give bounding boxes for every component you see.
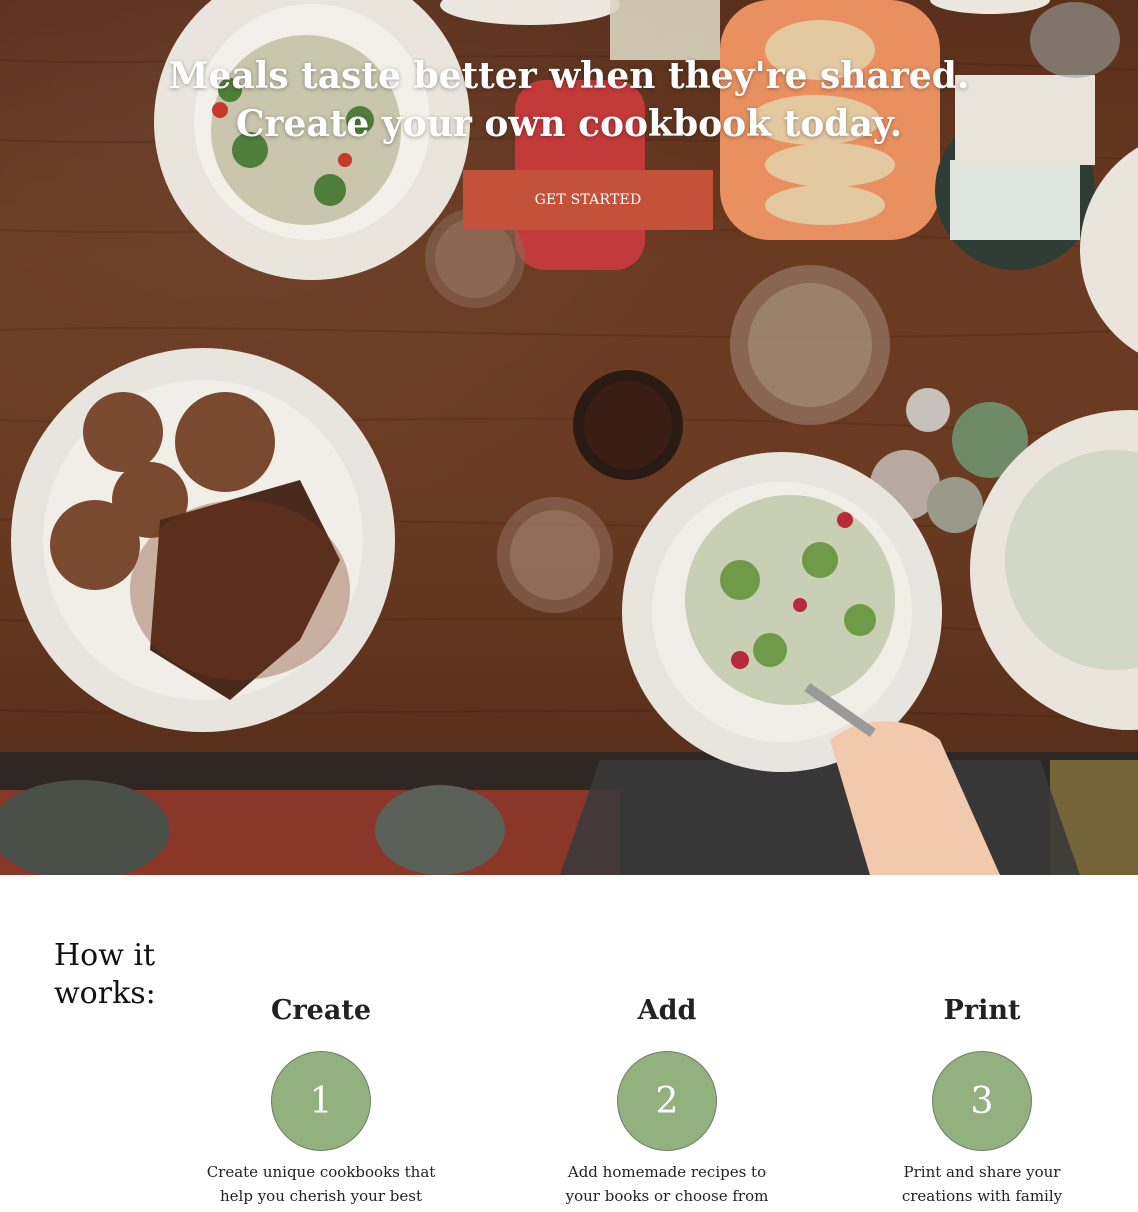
hero-content: Meals taste better when they're shared. … — [0, 0, 1138, 875]
how-it-works-heading: How it works: — [54, 938, 156, 1011]
step-number-circle: 1 — [271, 1051, 371, 1151]
step-title: Add — [637, 995, 697, 1026]
step-print: Print 3 Print and share your creations w… — [862, 991, 1102, 1212]
step-description: Add homemade recipes to your books or ch… — [565, 1163, 769, 1212]
how-it-works-section: How it works: Create 1 Create unique coo… — [0, 875, 1138, 1212]
step-title: Print — [943, 995, 1021, 1026]
step-number-circle: 2 — [617, 1051, 717, 1151]
hero-title: Meals taste better when they're shared. … — [0, 52, 1138, 148]
step-description: Create unique cookbooks that help you ch… — [206, 1163, 436, 1212]
step-add: Add 2 Add homemade recipes to your books… — [547, 991, 787, 1212]
hero-title-line-2: Create your own cookbook today. — [235, 103, 903, 145]
step-number-circle: 3 — [932, 1051, 1032, 1151]
step-description: Print and share your creations with fami… — [901, 1163, 1063, 1212]
get-started-button[interactable]: GET STARTED — [463, 170, 713, 230]
hero-section: Meals taste better when they're shared. … — [0, 0, 1138, 875]
step-title: Create — [270, 995, 372, 1026]
hero-title-line-1: Meals taste better when they're shared. — [168, 55, 970, 97]
step-create: Create 1 Create unique cookbooks that he… — [201, 991, 441, 1212]
